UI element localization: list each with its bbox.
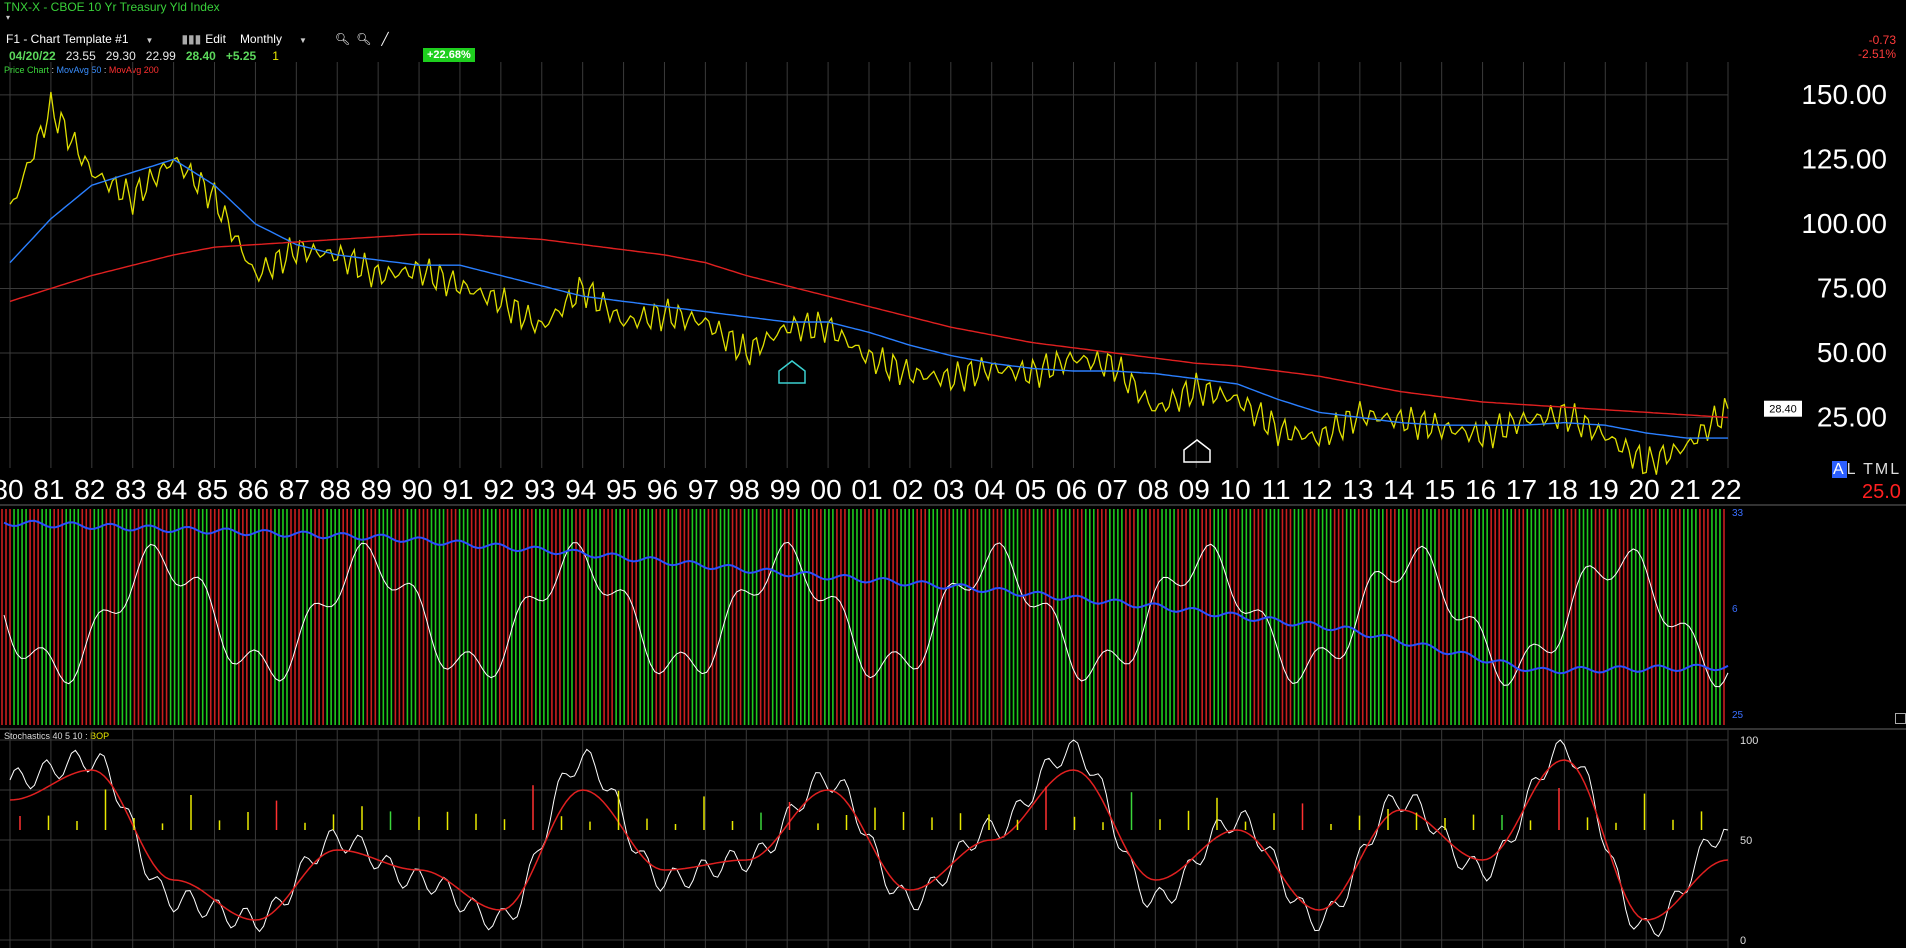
x-tick-label: 10 xyxy=(1220,474,1251,505)
x-tick-label: 12 xyxy=(1301,474,1332,505)
signal-marker xyxy=(778,360,806,384)
signal-marker xyxy=(1183,439,1211,463)
last-price-label: 28.40 xyxy=(1769,404,1797,416)
x-tick-label: 04 xyxy=(974,474,1005,505)
x-tick-label: 00 xyxy=(811,474,842,505)
x-tick-label: 82 xyxy=(74,474,105,505)
x-tick-label: 13 xyxy=(1342,474,1373,505)
x-tick-label: 84 xyxy=(156,474,187,505)
y-tick-label: 150.00 xyxy=(1801,79,1887,110)
x-tick-label: 18 xyxy=(1547,474,1578,505)
x-tick-label: 94 xyxy=(565,474,596,505)
x-tick-label: 22 xyxy=(1710,474,1741,505)
x-tick-label: 17 xyxy=(1506,474,1537,505)
chart-canvas: 150.00 125.00 100.00 75.00 50.00 25.00 80 81 82 8… xyxy=(0,62,1906,948)
volume-y-tick: 25 xyxy=(1732,710,1744,721)
stoch-y-tick: 0 xyxy=(1740,935,1746,947)
x-tick-label: 20 xyxy=(1629,474,1660,505)
x-tick-label: 91 xyxy=(442,474,473,505)
x-tick-label: 06 xyxy=(1056,474,1087,505)
x-tick-label: 97 xyxy=(688,474,719,505)
y-tick-label: 100.00 xyxy=(1801,208,1887,239)
x-tick-label: 87 xyxy=(279,474,310,505)
x-tick-label: 15 xyxy=(1424,474,1455,505)
volume-y-tick: 6 xyxy=(1732,604,1738,615)
x-tick-label: 21 xyxy=(1670,474,1701,505)
stoch-y-tick: 50 xyxy=(1740,835,1752,847)
x-tick-label: 93 xyxy=(524,474,555,505)
x-tick-label: 11 xyxy=(1262,474,1291,505)
x-tick-label: 19 xyxy=(1588,474,1619,505)
y-tick-label: 125.00 xyxy=(1801,143,1887,174)
stoch-y-tick: 100 xyxy=(1740,735,1758,747)
x-tick-label: 89 xyxy=(361,474,392,505)
x-tick-label: 86 xyxy=(238,474,269,505)
x-tick-label: 14 xyxy=(1383,474,1414,505)
x-tick-label: 88 xyxy=(320,474,351,505)
y-tick-label: 25.00 xyxy=(1817,401,1887,432)
x-tick-label: 98 xyxy=(729,474,760,505)
x-tick-label: 90 xyxy=(401,474,432,505)
x-tick-label: 85 xyxy=(197,474,228,505)
x-tick-label: 07 xyxy=(1097,474,1128,505)
x-tick-label: 92 xyxy=(483,474,514,505)
x-tick-label: 09 xyxy=(1179,474,1210,505)
x-tick-label: 96 xyxy=(647,474,678,505)
y-tick-label: 50.00 xyxy=(1817,337,1887,368)
x-tick-label: 95 xyxy=(606,474,637,505)
x-tick-label: 81 xyxy=(33,474,64,505)
x-tick-label: 08 xyxy=(1138,474,1169,505)
y-tick-label: 75.00 xyxy=(1817,272,1887,303)
x-tick-label: 16 xyxy=(1465,474,1496,505)
x-tick-label: 99 xyxy=(770,474,801,505)
x-tick-label: 80 xyxy=(0,474,24,505)
x-tick-label: 02 xyxy=(892,474,923,505)
x-tick-label: 03 xyxy=(933,474,964,505)
volume-y-tick: 33 xyxy=(1732,508,1744,519)
x-tick-label: 01 xyxy=(851,474,882,505)
x-tick-label: 83 xyxy=(115,474,146,505)
x-tick-label: 05 xyxy=(1015,474,1046,505)
